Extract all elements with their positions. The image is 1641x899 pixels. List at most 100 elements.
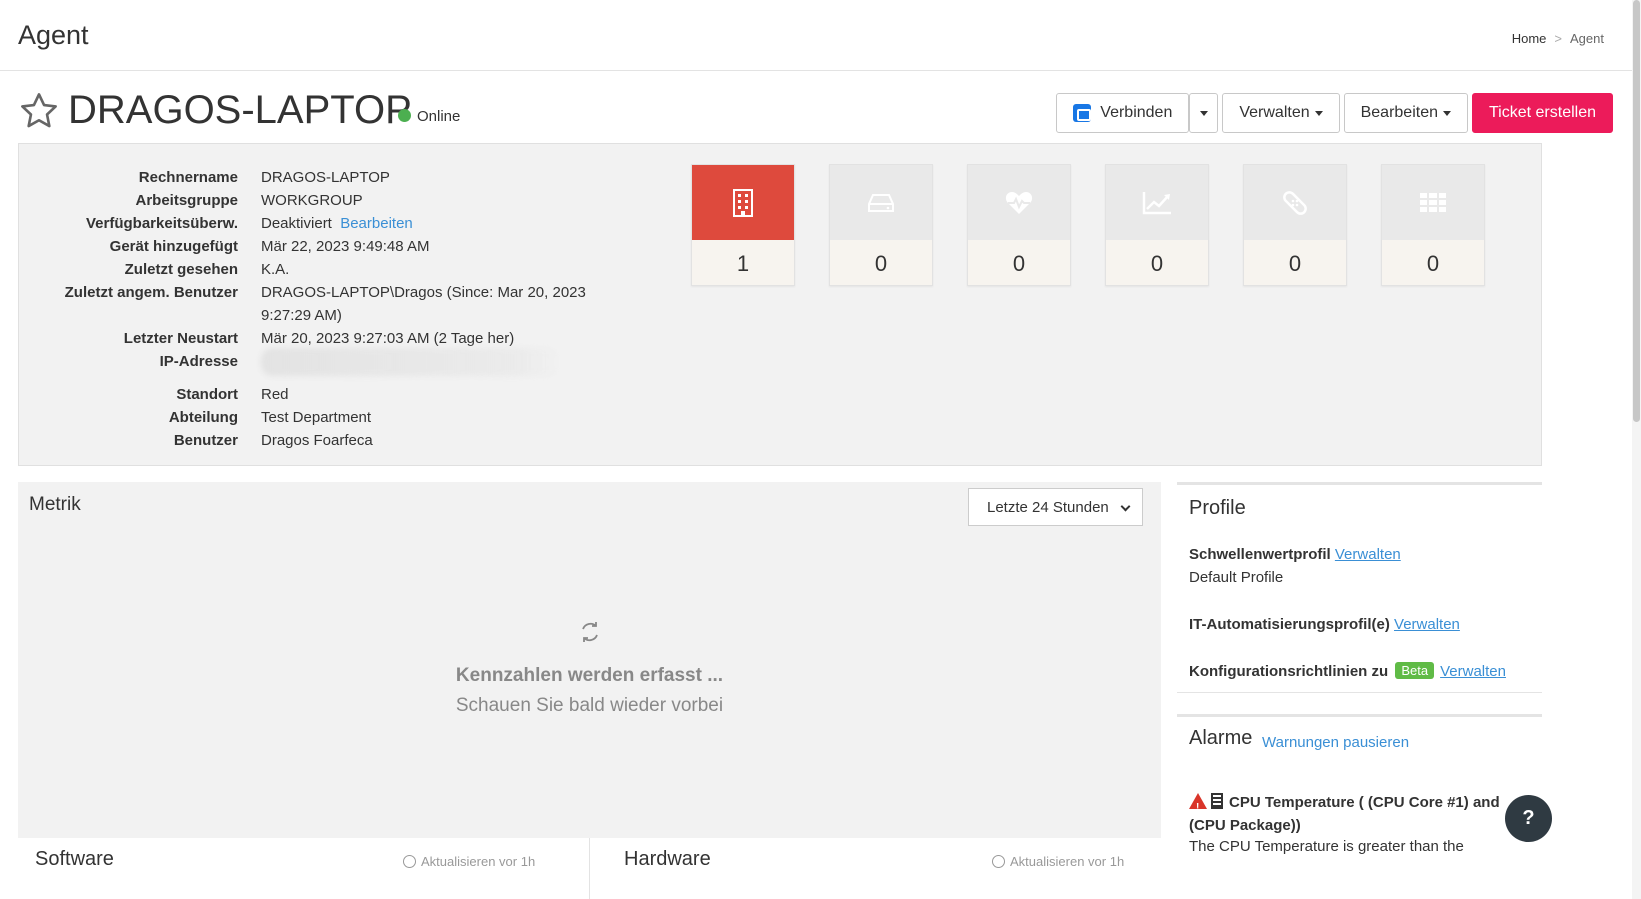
tile-count: 0 (1288, 250, 1302, 276)
detail-label: IP-Adresse (159, 353, 238, 370)
tile-patches[interactable]: 0 (1243, 164, 1347, 286)
detail-row: Verfügbarkeitsüberw. Deaktiviert Bearbeit… (19, 212, 659, 235)
detail-value: Mär 22, 2023 9:49:48 AM (261, 238, 430, 255)
software-refresh[interactable]: Aktualisieren vor 1h (403, 854, 535, 869)
detail-row: Zuletzt angem. Benutzer DRAGOS-LAPTOP\Dra… (19, 281, 659, 327)
pause-warnings-link[interactable]: Warnungen pausieren (1262, 734, 1409, 751)
device-name: DRAGOS-LAPTOP (68, 88, 412, 132)
caret-down-icon (1443, 110, 1451, 116)
tile-icon-area (1244, 165, 1346, 240)
detail-row: Abteilung Test Department (19, 406, 659, 429)
warning-icon (1189, 793, 1207, 819)
detail-label: Verfügbarkeitsüberw. (86, 215, 238, 232)
detail-value: Test Department (261, 409, 372, 426)
status-text: Online (417, 108, 461, 125)
tile-icon-area (830, 165, 932, 240)
alarm-item-description: The CPU Temperature is greater than the (1189, 838, 1464, 855)
detail-label: Rechnername (138, 169, 238, 186)
edit-label: Bearbeiten (1360, 104, 1438, 121)
tile-health[interactable]: 0 (967, 164, 1071, 286)
detail-label: Zuletzt gesehen (124, 261, 238, 278)
breadcrumb-home[interactable]: Home (1512, 31, 1547, 46)
software-refresh-label: Aktualisieren vor 1h (421, 854, 536, 869)
favorite-star-icon[interactable] (18, 90, 60, 132)
hardware-panel: Hardware Aktualisieren vor 1h (590, 838, 1161, 899)
detail-value: DRAGOS-LAPTOP\Dragos (Since: Mar 20, 202… (261, 284, 586, 324)
tile-apps[interactable]: 0 (1381, 164, 1485, 286)
tile-icon-area (692, 165, 794, 240)
caret-down-icon (1314, 110, 1323, 116)
tile-disks[interactable]: 0 (829, 164, 933, 286)
threshold-label: Schwellenwertprofil (1189, 546, 1331, 563)
edit-button[interactable]: Bearbeiten (1343, 93, 1468, 133)
heartbeat-icon (1005, 191, 1033, 214)
detail-label: Arbeitsgruppe (135, 192, 238, 209)
ip-address-redacted (261, 348, 631, 383)
default-profile-link[interactable]: Default Profile (1189, 569, 1283, 586)
tile-icon-area (1106, 165, 1208, 240)
detail-row: Rechnername DRAGOS-LAPTOP (19, 166, 659, 189)
chart-icon (1142, 191, 1171, 214)
detail-row: IP-Adresse (19, 348, 659, 383)
breadcrumb-separator: > (1554, 31, 1563, 46)
help-button[interactable]: ? (1505, 795, 1552, 842)
detail-value: Mär 20, 2023 9:27:03 AM (2 Tage her) (261, 330, 515, 347)
detail-label: Zuletzt angem. Benutzer (64, 284, 238, 301)
user-link[interactable]: Dragos Foarfeca (261, 429, 631, 452)
profile-panel: Profile Schwellenwertprofil Verwalten De… (1177, 482, 1542, 693)
detail-label: Gerät hinzugefügt (109, 238, 238, 255)
loading-subtitle: Schauen Sie bald wieder vorbei (455, 695, 724, 716)
metrics-panel: Metrik Letzte 24 Stunden Kennzahlen werd… (18, 482, 1161, 838)
config-label: Konfigurationsrichtlinien zu (1189, 663, 1389, 680)
connect-label: Verbinden (1100, 104, 1173, 121)
manage-button[interactable]: Verwalten (1222, 93, 1340, 133)
software-panel: Software Aktualisieren vor 1h (18, 838, 590, 899)
tile-count: 0 (1012, 250, 1026, 276)
clock-icon (992, 855, 1005, 868)
hardware-refresh[interactable]: Aktualisieren vor 1h (992, 854, 1124, 869)
tile-count: 1 (736, 250, 750, 276)
alarm-item-title[interactable]: CPU Temperature ( (CPU Core #1) and (CPU… (1189, 791, 1529, 837)
automation-label: IT-Automatisierungsprofil(e) (1189, 616, 1390, 633)
connect-button[interactable]: Verbinden (1056, 93, 1190, 133)
time-range-select[interactable]: Letzte 24 Stunden (968, 488, 1143, 526)
detail-row: Benutzer Dragos Foarfeca (19, 429, 659, 452)
tile-icon-area (968, 165, 1070, 240)
chevron-down-icon (1120, 501, 1131, 512)
summary-tiles: 1 0 0 0 0 0 (691, 164, 1485, 286)
refresh-spinner-icon (582, 622, 598, 642)
tile-icon-area (1382, 165, 1484, 240)
hardware-title: Hardware (624, 848, 711, 870)
detail-row: Arbeitsgruppe WORKGROUP (19, 189, 659, 212)
metrics-title: Metrik (29, 494, 81, 515)
detail-label: Standort (176, 386, 238, 403)
tile-alerts[interactable]: 1 (691, 164, 795, 286)
alarms-panel: Alarme Warnungen pausieren CPU Temperatu… (1177, 714, 1542, 899)
device-info-panel: Rechnername DRAGOS-LAPTOP Arbeitsgruppe WO… (18, 143, 1542, 466)
create-ticket-button[interactable]: Ticket erstellen (1472, 93, 1613, 133)
detail-value: WORKGROUP (261, 192, 363, 209)
location-link[interactable]: Red (261, 383, 631, 406)
threshold-manage-link[interactable]: Verwalten (1335, 546, 1401, 563)
inventory-panels: Software Aktualisieren vor 1h Hardware A… (18, 838, 1161, 899)
beta-badge: Beta (1395, 662, 1435, 679)
availability-edit-link[interactable]: Bearbeiten (340, 215, 413, 232)
redacted-blur (261, 348, 561, 376)
connect-dropdown-button[interactable] (1189, 93, 1219, 133)
device-icon (1211, 793, 1223, 809)
page-scrollbar[interactable] (1632, 0, 1641, 899)
drive-icon (868, 193, 894, 212)
scrollbar-thumb[interactable] (1633, 0, 1640, 422)
device-details: Rechnername DRAGOS-LAPTOP Arbeitsgruppe WO… (19, 166, 659, 452)
config-manage-link[interactable]: Verwalten (1440, 663, 1506, 680)
tile-performance[interactable]: 0 (1105, 164, 1209, 286)
tile-count: 0 (874, 250, 888, 276)
time-range-value: Letzte 24 Stunden (987, 498, 1109, 516)
software-title: Software (35, 848, 114, 870)
tile-count: 0 (1426, 250, 1440, 276)
detail-value: K.A. (261, 261, 290, 278)
automation-manage-link[interactable]: Verwalten (1394, 616, 1460, 633)
detail-label: Letzter Neustart (123, 330, 238, 347)
online-dot-icon (398, 109, 411, 122)
detail-value: Deaktiviert (261, 215, 332, 232)
